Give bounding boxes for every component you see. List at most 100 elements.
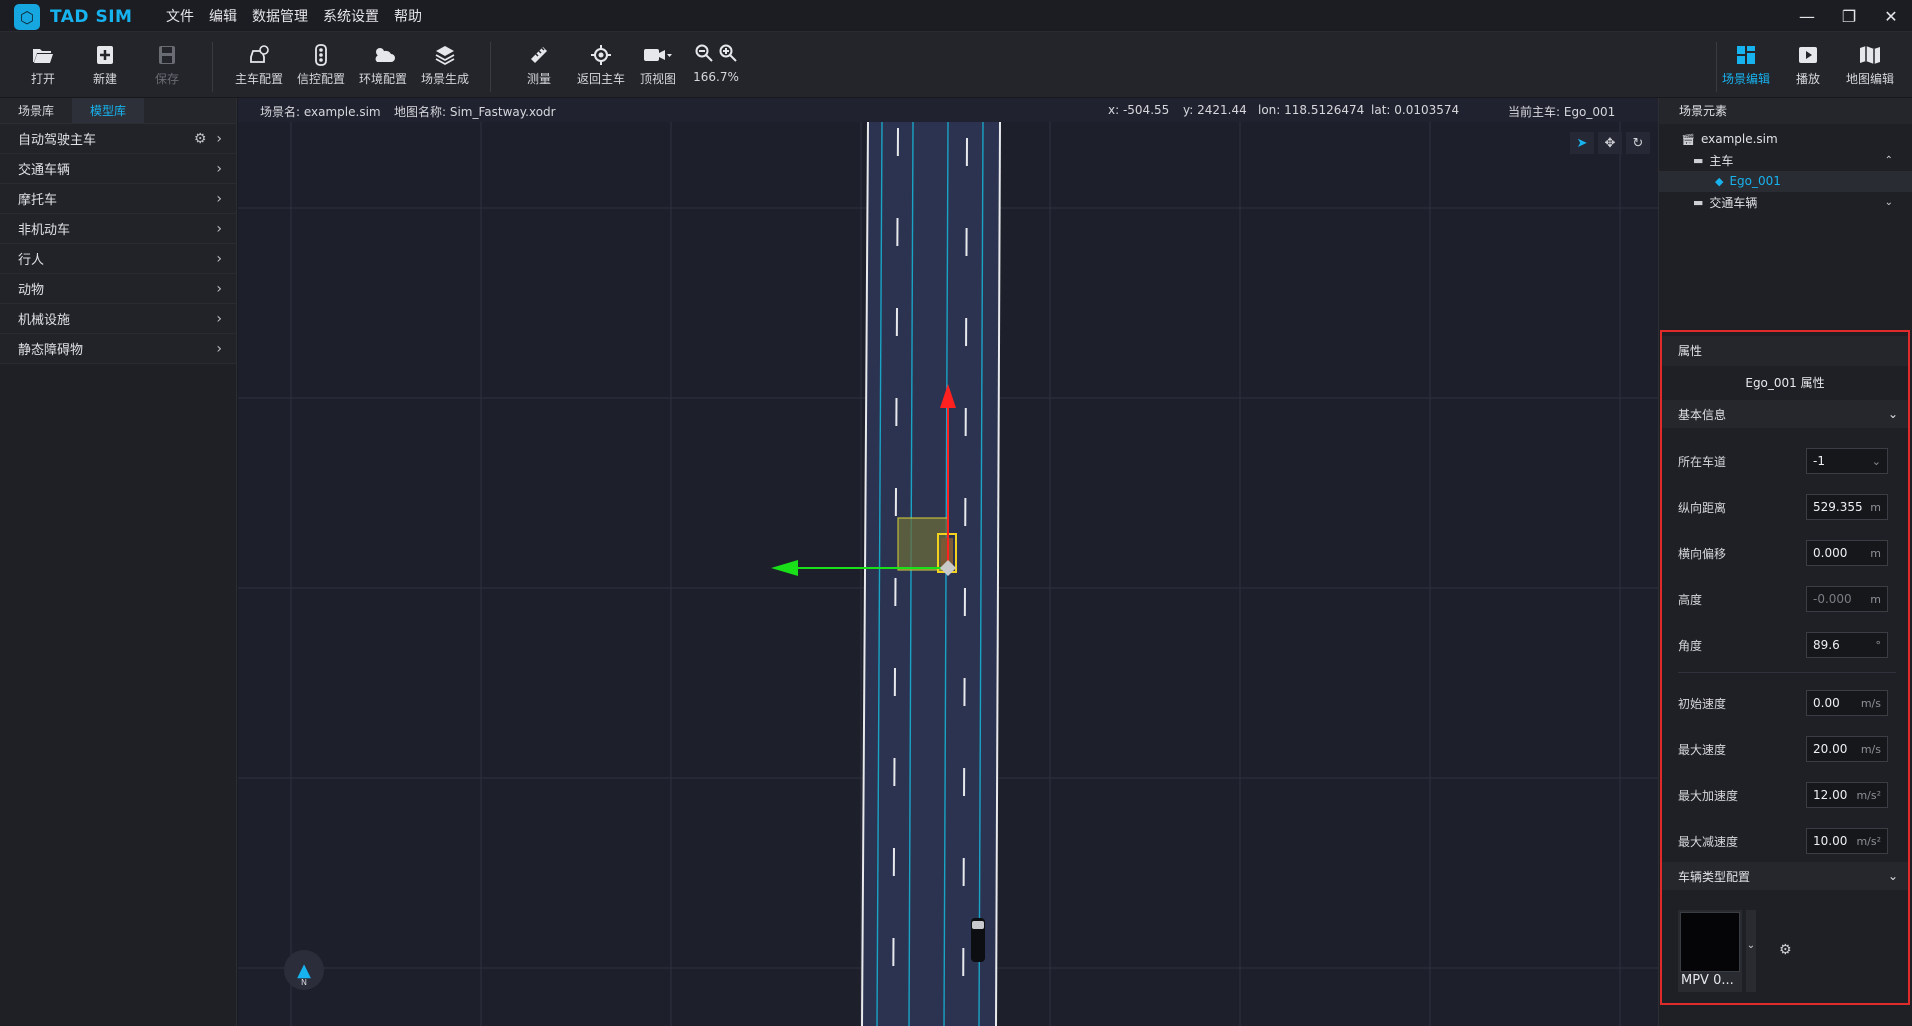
- map-icon: [1840, 42, 1900, 68]
- save-icon: [137, 42, 197, 68]
- section-basic-info[interactable]: 基本信息 ⌄: [1662, 400, 1908, 428]
- category-non-motor-vehicle[interactable]: 非机动车 ›: [0, 214, 236, 244]
- clapperboard-icon: 🎬︎: [1681, 132, 1695, 146]
- cursor-x: x: -504.55: [1108, 103, 1170, 117]
- lane-row: 所在车道 -1 ⌄: [1678, 448, 1888, 474]
- menu-data-management[interactable]: 数据管理: [252, 6, 308, 26]
- angle-row: 角度 89.6 °: [1678, 632, 1888, 658]
- height-row: 高度 -0.000 m: [1678, 586, 1888, 612]
- category-label: 自动驾驶主车: [18, 133, 97, 148]
- category-pedestrian[interactable]: 行人 ›: [0, 244, 236, 274]
- zoom-out-icon[interactable]: [695, 43, 713, 67]
- vehicle-thumbnail: [1680, 912, 1740, 972]
- gear-icon[interactable]: ⚙: [194, 131, 207, 147]
- chevron-up-icon: ⌃: [1884, 155, 1893, 166]
- longitudinal-row: 纵向距离 529.355 m: [1678, 494, 1888, 520]
- category-label: 摩托车: [18, 193, 58, 208]
- chevron-down-icon[interactable]: ⌄: [1746, 910, 1756, 992]
- max-decel-row: 最大减速度 10.00 m/s²: [1678, 828, 1888, 854]
- model-library-panel: 场景库 模型库 自动驾驶主车 ⚙ › 交通车辆 › 摩托车 › 非机动车 › 行人…: [0, 98, 237, 1026]
- scene-name: 场景名: example.sim: [260, 105, 381, 119]
- new-button[interactable]: 新建: [75, 42, 135, 87]
- play-button[interactable]: 播放: [1778, 42, 1838, 87]
- longitudinal-input[interactable]: 529.355 m: [1806, 494, 1888, 520]
- init-speed-input[interactable]: 0.00 m/s: [1806, 690, 1888, 716]
- lateral-input[interactable]: 0.000 m: [1806, 540, 1888, 566]
- app-logo: ⬡ TAD SIM: [14, 4, 132, 30]
- zoom-in-icon[interactable]: [719, 43, 737, 67]
- menu-bar: 文件 编辑 数据管理 系统设置 帮助: [166, 6, 422, 26]
- max-speed-row: 最大速度 20.00 m/s: [1678, 736, 1888, 762]
- folder-icon: ▬: [1693, 196, 1704, 209]
- layers-icon: [415, 42, 475, 68]
- title-bar: ⬡ TAD SIM 文件 编辑 数据管理 系统设置 帮助 — ❐ ✕: [0, 0, 1912, 32]
- weather-icon: [353, 42, 413, 68]
- category-motorcycle[interactable]: 摩托车 ›: [0, 184, 236, 214]
- chevron-right-icon: ›: [216, 130, 222, 147]
- measure-button[interactable]: 测量: [509, 42, 569, 87]
- menu-edit[interactable]: 编辑: [209, 6, 237, 26]
- view-tools: ➤ ✥ ↻: [1570, 132, 1650, 154]
- select-pointer-icon[interactable]: ➤: [1570, 132, 1594, 154]
- minimize-button[interactable]: —: [1786, 0, 1828, 32]
- category-traffic-vehicles[interactable]: 交通车辆 ›: [0, 154, 236, 184]
- folder-icon: ▬: [1693, 154, 1704, 167]
- chevron-right-icon: ›: [216, 340, 222, 357]
- category-label: 动物: [18, 283, 45, 298]
- return-ego-button[interactable]: 返回主车: [571, 42, 631, 87]
- tree-group-traffic[interactable]: ▬ 交通车辆 ⌄: [1693, 194, 1893, 211]
- tab-model-library[interactable]: 模型库: [72, 98, 145, 123]
- folder-open-icon: [13, 42, 73, 68]
- traffic-vehicle[interactable]: [971, 918, 985, 962]
- scene-generation-button[interactable]: 场景生成: [415, 42, 475, 87]
- tree-group-ego[interactable]: ▬ 主车 ⌃: [1693, 152, 1893, 169]
- scene-edit-button[interactable]: 场景编辑: [1716, 42, 1776, 87]
- tree-scene-file[interactable]: 🎬︎ example.sim: [1681, 132, 1778, 146]
- vehicle-type-selector[interactable]: MPV 0...: [1678, 910, 1742, 992]
- scene-canvas[interactable]: 场景名: example.sim 地图名称: Sim_Fastway.xodr …: [238, 98, 1658, 1026]
- angle-input[interactable]: 89.6 °: [1806, 632, 1888, 658]
- top-view-button[interactable]: 顶视图: [628, 42, 688, 87]
- menu-system-settings[interactable]: 系统设置: [323, 6, 379, 26]
- signal-config-button[interactable]: 信控配置: [291, 42, 351, 87]
- section-vehicle-type[interactable]: 车辆类型配置 ⌄: [1662, 862, 1908, 890]
- max-accel-input[interactable]: 12.00 m/s²: [1806, 782, 1888, 808]
- toolbar-divider: [212, 42, 213, 92]
- menu-help[interactable]: 帮助: [394, 6, 422, 26]
- max-decel-input[interactable]: 10.00 m/s²: [1806, 828, 1888, 854]
- category-animal[interactable]: 动物 ›: [0, 274, 236, 304]
- lane-select[interactable]: -1 ⌄: [1806, 448, 1888, 474]
- height-input[interactable]: -0.000 m: [1806, 586, 1888, 612]
- menu-file[interactable]: 文件: [166, 6, 194, 26]
- compass[interactable]: ▲ N: [284, 950, 324, 990]
- chevron-right-icon: ›: [216, 160, 222, 177]
- open-button[interactable]: 打开: [13, 42, 73, 87]
- rotate-icon[interactable]: ↻: [1626, 132, 1650, 154]
- chevron-right-icon: ›: [216, 280, 222, 297]
- toolbar: 打开 新建 保存 主车配置 信控配置 环境配置 场景生成 测量 返回主车 顶视图: [0, 32, 1912, 98]
- max-decel-label: 最大减速度: [1678, 834, 1739, 849]
- longitudinal-label: 纵向距离: [1678, 500, 1727, 515]
- ego-config-button[interactable]: 主车配置: [229, 42, 289, 87]
- category-label: 静态障碍物: [18, 343, 84, 358]
- cursor-lon: lon: 118.5126474: [1258, 103, 1365, 117]
- move-icon[interactable]: ✥: [1598, 132, 1622, 154]
- category-mechanical-facility[interactable]: 机械设施 ›: [0, 304, 236, 334]
- road-map-view[interactable]: [238, 98, 1658, 1026]
- category-ego-vehicle[interactable]: 自动驾驶主车 ⚙ ›: [0, 124, 236, 154]
- tree-item-ego-001[interactable]: ◆ Ego_001: [1715, 174, 1781, 188]
- chevron-down-icon: ⌄: [1871, 454, 1881, 468]
- env-config-button[interactable]: 环境配置: [353, 42, 413, 87]
- save-button[interactable]: 保存: [137, 42, 197, 87]
- gear-icon[interactable]: ⚙: [1779, 942, 1792, 958]
- chevron-down-icon: ⌄: [1887, 407, 1898, 421]
- max-speed-input[interactable]: 20.00 m/s: [1806, 736, 1888, 762]
- zoom-level: 166.7%: [693, 70, 739, 84]
- scene-elements-title: 场景元素: [1659, 98, 1912, 124]
- map-edit-button[interactable]: 地图编辑: [1840, 42, 1900, 87]
- zoom-control: 166.7%: [684, 42, 748, 84]
- tab-scene-library[interactable]: 场景库: [0, 98, 72, 123]
- category-static-obstacle[interactable]: 静态障碍物 ›: [0, 334, 236, 364]
- restore-button[interactable]: ❐: [1828, 0, 1870, 32]
- close-button[interactable]: ✕: [1870, 0, 1912, 32]
